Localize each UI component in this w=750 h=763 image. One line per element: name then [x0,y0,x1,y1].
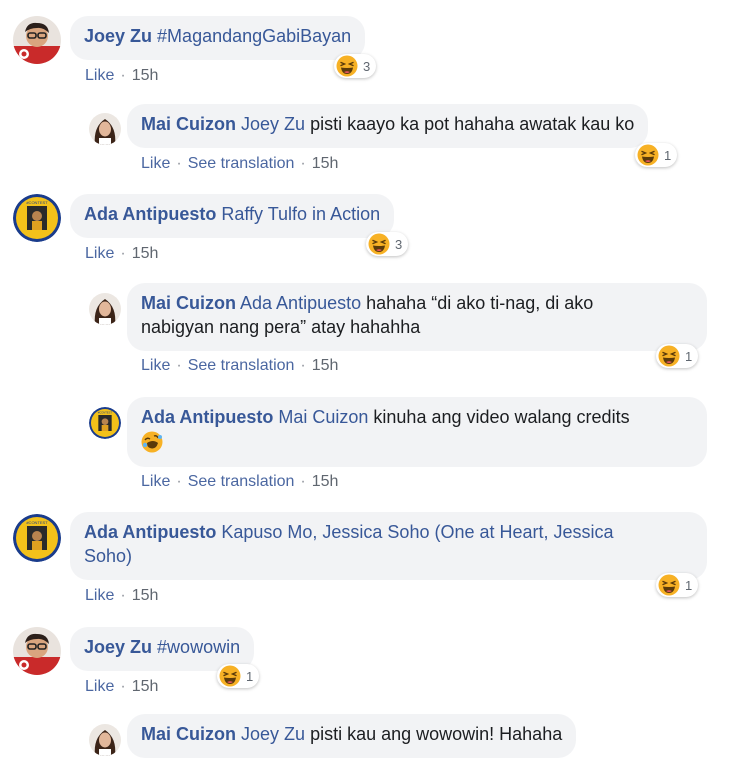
mention-tag[interactable]: Ada Antipuesto [240,293,361,313]
reaction-badge[interactable]: 3 [334,54,377,78]
ada-antipuesto-avatar[interactable] [13,194,61,242]
haha-icon [658,345,680,367]
comment-actions: Like · See translation · 15h [141,357,339,374]
reaction-count: 3 [395,236,403,252]
comment-text-line-2: nabigyan nang pera” atay hahahha [141,317,421,337]
timestamp[interactable]: 15h [132,67,159,84]
reaction-count: 1 [246,668,254,684]
like-link[interactable]: Like [85,245,114,262]
haha-icon [368,233,390,255]
haha-icon [336,55,358,77]
comment-actions: Like · 15h [85,245,159,262]
comment-bubble: Mai Cuizon Joey Zu pisti kau ang wowowin… [127,714,577,758]
author-name[interactable]: Mai Cuizon [141,114,236,134]
reaction-badge[interactable]: 1 [656,573,699,597]
haha-icon [637,144,659,166]
comment-actions: Like · See translation · 15h [141,473,339,490]
like-link[interactable]: Like [141,155,170,172]
author-name[interactable]: Joey Zu [84,637,152,657]
comment-bubble: Ada Antipuesto Kapuso Mo, Jessica Soho (… [70,512,707,580]
like-link[interactable]: Like [141,473,170,490]
see-translation-link[interactable]: See translation [188,473,295,490]
author-name[interactable]: Ada Antipuesto [84,522,216,542]
timestamp[interactable]: 15h [312,357,339,374]
comment-text[interactable]: #MagandangGabiBayan [157,26,351,46]
timestamp[interactable]: 15h [132,587,159,604]
comment-actions: Like · See translation · 15h [141,155,339,172]
comment-bubble: Joey Zu #MagandangGabiBayan [70,16,366,60]
joey-zu-avatar[interactable] [13,16,61,64]
comment-text: pisti kaayo ka pot hahaha awatak kau ko [310,114,635,134]
comment-bubble: Ada Antipuesto Mai Cuizon kinuha ang vid… [127,397,707,467]
comment-bubble: Mai Cuizon Ada Antipuesto hahaha “di ako… [127,283,707,351]
mention-tag-line-2[interactable]: Soho) [84,546,132,566]
reaction-badge[interactable]: 3 [366,232,409,256]
like-link[interactable]: Like [85,587,114,604]
author-name[interactable]: Mai Cuizon [141,724,236,744]
mention-tag-line-1[interactable]: Kapuso Mo, Jessica Soho (One at Heart, J… [221,522,613,542]
joey-zu-avatar[interactable] [13,627,61,675]
reaction-count: 3 [363,58,371,74]
reaction-count: 1 [685,348,693,364]
see-translation-link[interactable]: See translation [188,357,295,374]
mention-tag[interactable]: Mai Cuizon [278,407,368,427]
mai-cuizon-avatar[interactable] [89,293,121,325]
comment-text: kinuha ang video walang credits [373,407,630,427]
timestamp[interactable]: 15h [312,473,339,490]
like-link[interactable]: Like [85,678,114,695]
reaction-badge[interactable]: 1 [656,344,699,368]
comment-text: pisti kau ang wowowin! Hahaha [310,724,563,744]
reaction-badge[interactable]: 1 [217,664,260,688]
mention-tag[interactable]: Raffy Tulfo in Action [221,204,380,224]
comment-bubble: Mai Cuizon Joey Zu pisti kaayo ka pot ha… [127,104,649,148]
reaction-badge[interactable]: 1 [635,143,678,167]
comment-text[interactable]: #wowowin [157,637,240,657]
reaction-count: 1 [685,577,693,593]
comment-actions: Like · 15h [85,67,159,84]
like-link[interactable]: Like [85,67,114,84]
author-name[interactable]: Mai Cuizon [141,293,236,313]
like-link[interactable]: Like [141,357,170,374]
timestamp[interactable]: 15h [132,245,159,262]
reaction-count: 1 [664,147,672,163]
see-translation-link[interactable]: See translation [188,155,295,172]
mai-cuizon-avatar[interactable] [89,724,121,756]
mai-cuizon-avatar[interactable] [89,113,121,145]
rofl-emoji-icon [141,431,163,453]
comment-bubble: Ada Antipuesto Raffy Tulfo in Action [70,194,395,238]
author-name[interactable]: Ada Antipuesto [84,204,216,224]
ada-antipuesto-avatar[interactable] [13,514,61,562]
timestamp[interactable]: 15h [132,678,159,695]
mention-tag[interactable]: Joey Zu [241,724,305,744]
mention-tag[interactable]: Joey Zu [241,114,305,134]
haha-icon [658,574,680,596]
comment-actions: Like · 15h [85,587,159,604]
author-name[interactable]: Ada Antipuesto [141,407,273,427]
haha-icon [219,665,241,687]
comment-text-line-1: hahaha “di ako ti-nag, di ako [366,293,594,313]
timestamp[interactable]: 15h [312,155,339,172]
ada-antipuesto-avatar[interactable] [89,407,121,439]
author-name[interactable]: Joey Zu [84,26,152,46]
comment-actions: Like · 15h [85,678,159,695]
